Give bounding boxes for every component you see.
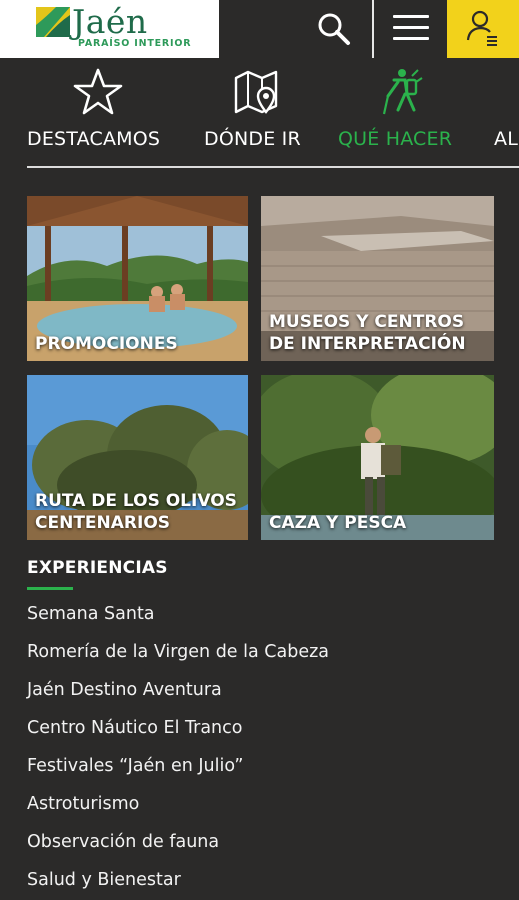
hiker-icon (382, 69, 423, 115)
card-museos[interactable]: MUSEOS Y CENTROS DE INTERPRETACIÓN (261, 196, 494, 361)
menu-line-icon (393, 26, 429, 29)
list-item[interactable]: Observación de fauna (27, 824, 329, 862)
tab-label: QUÉ HACER (338, 128, 453, 150)
user-icon (466, 10, 497, 46)
user-button[interactable] (447, 0, 519, 58)
star-icon (73, 68, 123, 115)
card-label: RUTA DE LOS OLIVOS CENTENARIOS (35, 491, 237, 533)
tab-al[interactable]: AL (494, 58, 519, 170)
tabs-divider (27, 166, 519, 168)
experiences-title: EXPERIENCIAS (27, 558, 168, 578)
list-item[interactable]: Astroturismo (27, 786, 329, 824)
list-item[interactable]: Jaén Destino Aventura (27, 672, 329, 710)
card-caza-pesca[interactable]: CAZA Y PESCA (261, 375, 494, 540)
search-icon (318, 13, 350, 45)
card-promociones[interactable]: PROMOCIONES (27, 196, 248, 361)
menu-line-icon (393, 15, 429, 18)
card-label: PROMOCIONES (35, 334, 178, 354)
logo[interactable]: Jaén PARAÍSO INTERIOR (0, 0, 219, 58)
list-item[interactable]: Centro Náutico El Tranco (27, 710, 329, 748)
list-item[interactable]: Romería de la Virgen de la Cabeza (27, 634, 329, 672)
card-ruta-olivos[interactable]: RUTA DE LOS OLIVOS CENTENARIOS (27, 375, 248, 540)
search-button[interactable] (310, 6, 358, 52)
experiences-list: Semana Santa Romería de la Virgen de la … (27, 596, 329, 900)
list-item[interactable]: Semana Santa (27, 596, 329, 634)
tab-que-hacer[interactable]: QUÉ HACER (338, 58, 468, 170)
logo-mark-icon (36, 7, 70, 37)
tab-label: DESTACAMOS (27, 128, 161, 150)
header-divider (372, 0, 374, 58)
map-pin-icon (234, 70, 278, 114)
logo-title: Jaén (72, 2, 148, 41)
tab-donde-ir[interactable]: DÓNDE IR (204, 58, 314, 170)
menu-button[interactable] (386, 6, 436, 52)
tab-label: AL (494, 128, 518, 150)
card-label: MUSEOS Y CENTROS DE INTERPRETACIÓN (269, 312, 466, 354)
app-header: Jaén PARAÍSO INTERIOR (0, 0, 519, 58)
menu-line-icon (393, 37, 429, 40)
experiences-underline (27, 587, 73, 590)
card-label: CAZA Y PESCA (269, 513, 407, 533)
category-tabs: DESTACAMOS DÓNDE IR QUÉ HACER AL (0, 58, 519, 170)
tab-destacamos[interactable]: DESTACAMOS (27, 58, 177, 170)
tab-label: DÓNDE IR (204, 128, 301, 150)
list-item[interactable]: Festivales “Jaén en Julio” (27, 748, 329, 786)
logo-subtitle: PARAÍSO INTERIOR (78, 38, 192, 49)
list-item[interactable]: Salud y Bienestar (27, 862, 329, 900)
